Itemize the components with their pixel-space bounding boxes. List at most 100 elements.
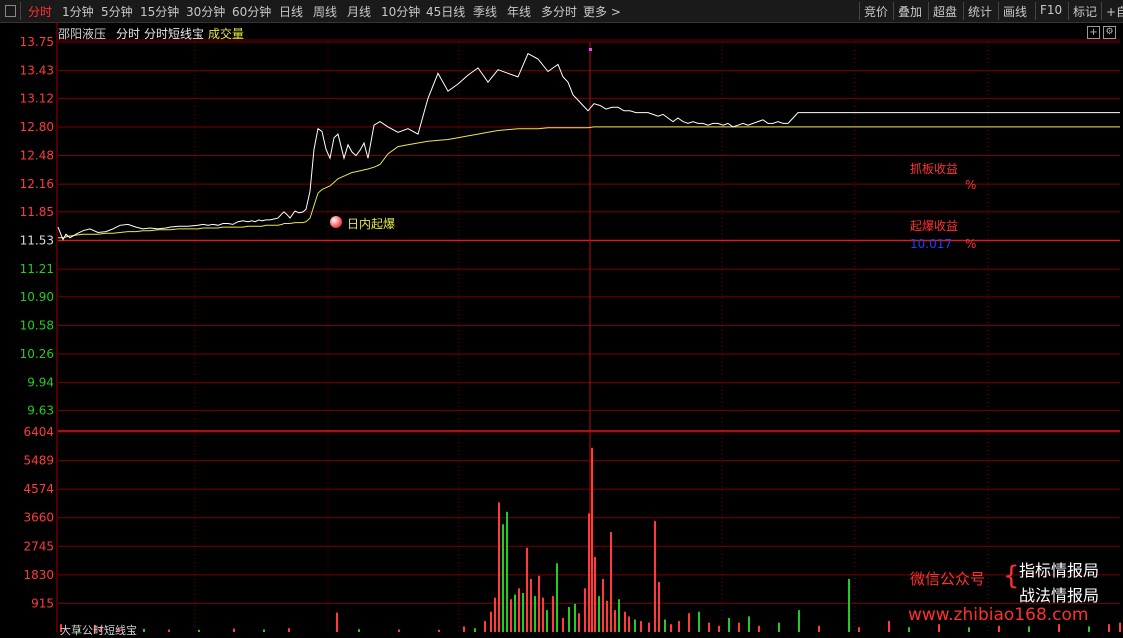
volume-bar bbox=[998, 625, 1000, 632]
period-tab[interactable]: 更多 > bbox=[583, 3, 621, 20]
volume-bar bbox=[588, 513, 590, 632]
period-tab[interactable]: 60分钟 bbox=[232, 3, 271, 20]
toolbar-button[interactable]: 统计 bbox=[968, 3, 992, 20]
toolbar-button[interactable]: 标记 bbox=[1073, 3, 1097, 20]
mode-label: 分时 bbox=[116, 27, 141, 41]
period-tab[interactable]: 30分钟 bbox=[186, 3, 225, 20]
toolbar-separator bbox=[998, 2, 999, 20]
settings-icon[interactable]: ⚙ bbox=[1103, 26, 1116, 39]
volume-bar bbox=[1028, 626, 1030, 632]
price-tick-label: 11.21 bbox=[20, 262, 54, 276]
volume-label: 成交量 bbox=[208, 27, 245, 41]
average-price-line bbox=[58, 126, 1120, 239]
grab-profit-unit: % bbox=[965, 178, 977, 192]
price-tick-label: 10.58 bbox=[20, 318, 54, 332]
price-tick-label: 11.85 bbox=[20, 205, 54, 219]
volume-bar bbox=[594, 557, 596, 632]
volume-tick-label: 2745 bbox=[23, 539, 54, 553]
burst-marker-icon bbox=[330, 216, 342, 228]
toolbar-separator bbox=[20, 2, 21, 20]
volume-bar bbox=[490, 611, 492, 632]
volume-bar bbox=[908, 627, 910, 632]
volume-bar bbox=[538, 575, 540, 632]
volume-tick-label: 5489 bbox=[23, 454, 54, 468]
volume-bar bbox=[618, 599, 620, 632]
toolbar-button[interactable]: 超盘 bbox=[933, 3, 957, 20]
period-tab[interactable]: 5分钟 bbox=[101, 3, 133, 20]
volume-bar bbox=[484, 621, 486, 632]
volume-bar bbox=[562, 617, 564, 632]
price-tick-label: 12.48 bbox=[20, 149, 54, 163]
volume-bar bbox=[708, 622, 710, 632]
price-tick-label: 10.26 bbox=[20, 347, 54, 361]
limit-mark bbox=[589, 48, 592, 51]
burst-profit-unit: % bbox=[965, 237, 977, 251]
volume-bar bbox=[658, 582, 660, 632]
price-tick-label: 12.16 bbox=[20, 177, 54, 191]
toolbar-button[interactable]: 画线 bbox=[1003, 3, 1027, 20]
burst-profit-label: 起爆收益 bbox=[910, 219, 959, 233]
volume-bar bbox=[748, 616, 750, 632]
period-tab[interactable]: 年线 bbox=[507, 3, 531, 20]
volume-tick-label: 915 bbox=[31, 596, 54, 610]
period-tab[interactable]: 季线 bbox=[473, 3, 497, 20]
volume-bar bbox=[654, 521, 656, 632]
toolbar-button[interactable]: F10 bbox=[1040, 3, 1062, 17]
toolbar-button[interactable]: 叠加 bbox=[898, 3, 922, 20]
volume-bar bbox=[798, 610, 800, 632]
period-tab[interactable]: 15分钟 bbox=[140, 3, 179, 20]
volume-bar bbox=[336, 612, 338, 632]
period-tab[interactable]: 周线 bbox=[313, 3, 337, 20]
period-tab[interactable]: 10分钟 bbox=[381, 3, 420, 20]
volume-bar bbox=[758, 625, 760, 632]
volume-bar bbox=[938, 624, 940, 632]
price-tick-label: 9.94 bbox=[27, 376, 54, 390]
period-tab[interactable]: 日线 bbox=[279, 3, 303, 20]
volume-bar bbox=[614, 610, 616, 632]
chart-area[interactable]: 13.75 13.43 13.12 12.80 12.48 12.16 11.85 11.53… bbox=[0, 22, 1123, 632]
period-tab[interactable]: 1分钟 bbox=[62, 3, 94, 20]
intraday-event-label: 日内起爆 bbox=[347, 217, 396, 231]
volume-bar bbox=[494, 597, 496, 632]
volume-bar bbox=[522, 592, 524, 632]
volume-bar bbox=[606, 600, 608, 632]
volume-bar bbox=[514, 594, 516, 632]
volume-bar bbox=[848, 578, 850, 632]
period-tab[interactable]: 45日线 bbox=[426, 3, 465, 20]
price-tick-label: 11.53 bbox=[20, 234, 54, 248]
volume-bar bbox=[628, 616, 630, 632]
volume-bar bbox=[502, 524, 504, 632]
volume-bar bbox=[718, 625, 720, 632]
stock-name: 邵阳液压 bbox=[58, 27, 107, 41]
volume-bar bbox=[534, 596, 536, 632]
period-tab[interactable]: 分时 bbox=[28, 3, 52, 20]
window-toggle-icon[interactable] bbox=[5, 5, 16, 17]
volume-bar bbox=[678, 621, 680, 632]
volume-bar bbox=[738, 622, 740, 632]
volume-bar bbox=[1088, 626, 1090, 632]
toolbar-button[interactable]: +自 bbox=[1106, 3, 1123, 20]
volume-bar bbox=[1058, 624, 1060, 632]
period-tab[interactable]: 多分时 bbox=[541, 3, 577, 20]
volume-bar bbox=[546, 610, 548, 632]
price-tick-label: 9.63 bbox=[27, 403, 54, 417]
volume-bar bbox=[233, 628, 235, 632]
volume-bar bbox=[1119, 622, 1121, 632]
volume-bar bbox=[640, 621, 642, 632]
volume-bar bbox=[818, 625, 820, 632]
toolbar-separator bbox=[1035, 2, 1036, 20]
period-toolbar: 分时 1分钟 5分钟 15分钟 30分钟 60分钟 日线 周线 月线 10分钟 45日线 季线 年线 多分… bbox=[0, 0, 1123, 23]
add-window-icon[interactable]: + bbox=[1087, 26, 1100, 39]
toolbar-separator bbox=[963, 2, 964, 20]
price-tick-label: 13.43 bbox=[20, 64, 54, 78]
volume-bar bbox=[598, 596, 600, 632]
period-tab[interactable]: 月线 bbox=[347, 3, 371, 20]
volume-bar bbox=[574, 603, 576, 632]
volume-bar bbox=[602, 578, 604, 632]
volume-tick-label: 6404 bbox=[23, 425, 54, 439]
price-tick-label: 12.80 bbox=[20, 120, 54, 134]
toolbar-button[interactable]: 竞价 bbox=[864, 3, 888, 20]
volume-bar bbox=[888, 621, 890, 632]
volume-tick-label: 3660 bbox=[23, 511, 54, 525]
burst-profit-value: 10.017 bbox=[910, 237, 952, 251]
